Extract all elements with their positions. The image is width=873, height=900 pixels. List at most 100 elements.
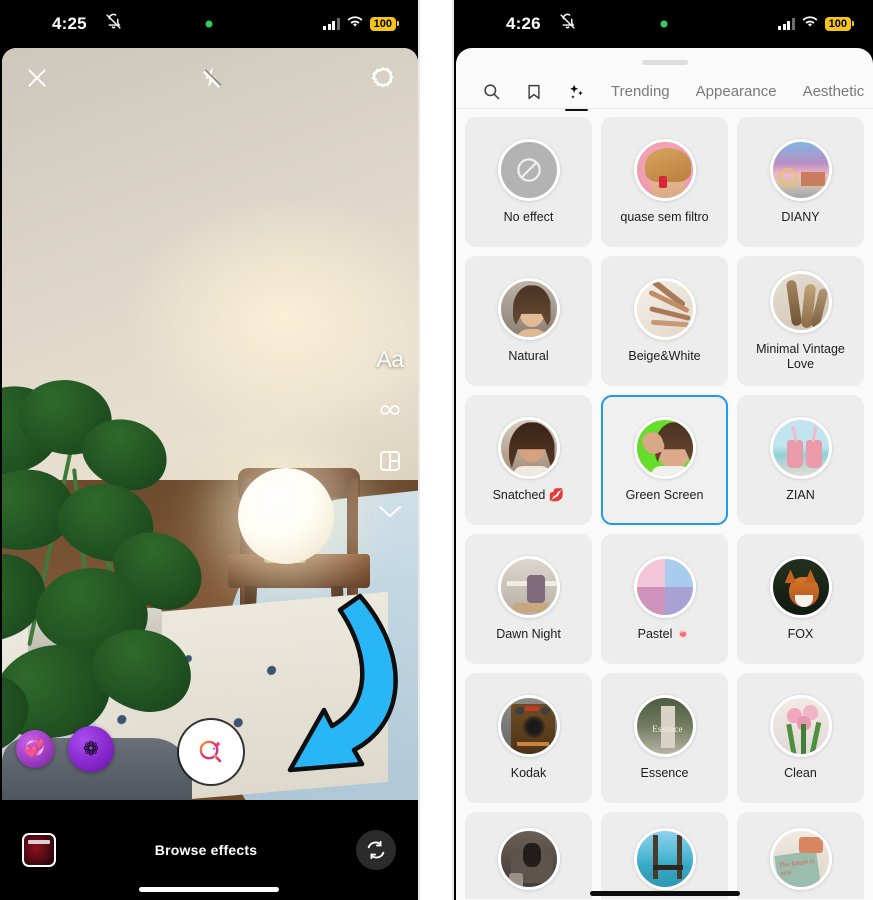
effect-card[interactable]: No effect: [465, 117, 592, 247]
battery-indicator: 100: [824, 17, 855, 31]
cellular-signal-icon: [778, 18, 795, 30]
green-screen-portrait-thumbnail: [633, 417, 696, 480]
tab-trending[interactable]: Trending: [598, 74, 683, 110]
tab-aesthetic[interactable]: Aesthetic: [790, 74, 873, 110]
effect-card[interactable]: Dawn Night: [465, 534, 592, 664]
effect-sparkle-flowers-thumbnail[interactable]: ❁: [68, 726, 114, 772]
status-time: 4:25: [52, 14, 87, 33]
green-dot-indicator: [660, 20, 667, 28]
green-dot-indicator: [205, 20, 213, 28]
camera-tool-rail: Aa: [376, 348, 404, 519]
tab-sparkles[interactable]: [555, 74, 598, 111]
loop-tool-icon[interactable]: [376, 401, 404, 419]
tab-appearance[interactable]: Appearance: [683, 74, 790, 110]
effect-label: Natural: [508, 349, 549, 364]
pink-tulips-thumbnail: [769, 695, 832, 758]
close-icon[interactable]: [24, 65, 50, 91]
tab-saved[interactable]: [513, 74, 555, 110]
gallery-thumbnail[interactable]: [22, 833, 56, 867]
effect-label: ZIAN: [786, 488, 815, 503]
effect-label: Minimal Vintage Love: [756, 342, 845, 371]
effect-label: DIANY: [781, 210, 820, 225]
effect-card[interactable]: Essence Essence: [601, 673, 728, 803]
right-phone-frame: 4:26 100 Trending Appearance Aesthetic N…: [452, 0, 873, 900]
portrait-natural-thumbnail: [497, 278, 560, 341]
left-status-bar: 4:25 100: [0, 0, 418, 48]
effect-card[interactable]: The future is now: [737, 812, 864, 899]
layout-tool-icon[interactable]: [378, 449, 402, 473]
effect-label: Clean: [784, 766, 817, 781]
browse-effects-label: Browse effects: [154, 842, 258, 858]
beach-swing-thumbnail: [633, 828, 696, 890]
essence-statue-thumbnail: Essence: [633, 695, 696, 758]
future-is-now-thumbnail: The future is now: [769, 828, 832, 890]
dried-pampas-thumbnail: [769, 271, 832, 334]
bell-slash-icon: [559, 13, 576, 35]
sparkles-icon: [570, 84, 583, 99]
status-right-cluster: 100: [778, 15, 855, 33]
no-effect-icon: [497, 139, 560, 202]
flip-camera-button[interactable]: [356, 830, 396, 870]
home-indicator: [589, 891, 740, 896]
woman-couch-thumbnail: [497, 828, 560, 890]
effect-label: No effect: [503, 210, 554, 225]
camera-bottom-bar: Browse effects: [0, 800, 418, 900]
gear-icon[interactable]: [370, 65, 396, 91]
bell-slash-icon: [105, 13, 122, 35]
browse-effects-button[interactable]: [179, 720, 243, 784]
effects-tab-bar: Trending Appearance Aesthetic Ga: [456, 65, 873, 111]
effect-card[interactable]: Kodak: [465, 673, 592, 803]
effects-search-icon: [199, 740, 222, 763]
home-indicator: [139, 887, 279, 892]
dried-palm-thumbnail: [633, 278, 696, 341]
effect-card[interactable]: Clean: [737, 673, 864, 803]
effect-card[interactable]: quase sem filtro: [601, 117, 728, 247]
effect-card-selected[interactable]: Green Screen: [601, 395, 728, 525]
dual-phone-screenshot: 4:25 100 Aa 💞 ❁ Browse effects 4:26 100 …: [0, 0, 873, 900]
camera-scene: [2, 48, 418, 800]
effect-card[interactable]: FOX: [737, 534, 864, 664]
effect-hearts-thumbnail[interactable]: 💞: [16, 730, 54, 768]
saved-bookmark-icon: [528, 84, 540, 99]
effect-label: Kodak: [510, 766, 547, 781]
effect-card[interactable]: Beige&White: [601, 256, 728, 386]
effect-card[interactable]: DIANY: [737, 117, 864, 247]
effect-card[interactable]: ZIAN: [737, 395, 864, 525]
tab-search[interactable]: [470, 74, 513, 110]
vintage-camera-thumbnail: [497, 695, 560, 758]
effect-label: Dawn Night: [496, 627, 561, 642]
wifi-icon: [802, 15, 818, 33]
chevron-down-icon[interactable]: [377, 503, 403, 519]
text-tool-icon[interactable]: Aa: [376, 348, 404, 371]
effect-label: Pastel 🍬: [637, 627, 692, 642]
pastel-color-wheel-thumbnail: [633, 556, 696, 619]
effect-card[interactable]: Natural: [465, 256, 592, 386]
quick-effects-row: 💞 ❁: [16, 726, 114, 772]
right-status-bar: 4:26 100: [454, 0, 873, 48]
battery-indicator: 100: [369, 17, 400, 31]
portrait-glam-thumbnail: [497, 417, 560, 480]
effect-card[interactable]: [465, 812, 592, 899]
left-phone-frame: 4:25 100 Aa 💞 ❁ Browse effects: [0, 0, 420, 900]
status-time: 4:26: [506, 14, 541, 33]
effect-card[interactable]: Pastel 🍬: [601, 534, 728, 664]
effect-card[interactable]: Minimal Vintage Love: [737, 256, 864, 386]
effect-label: FOX: [787, 627, 814, 642]
effect-label: Essence: [640, 766, 689, 781]
cellular-signal-icon: [323, 18, 340, 30]
portrait-pink-bg-thumbnail: [633, 139, 696, 202]
effect-card[interactable]: [601, 812, 728, 899]
camera-viewfinder[interactable]: Aa 💞 ❁: [2, 48, 418, 800]
search-icon: [484, 84, 500, 100]
camera-top-controls: [2, 48, 418, 108]
fox-animal-thumbnail: [769, 556, 832, 619]
effect-label: quase sem filtro: [620, 210, 709, 225]
effect-label: Snatched 💋: [492, 488, 565, 503]
effect-card[interactable]: Snatched 💋: [465, 395, 592, 525]
effect-label: Green Screen: [625, 488, 704, 503]
effect-label: Beige&White: [628, 349, 701, 364]
flash-off-icon[interactable]: [198, 66, 223, 91]
wifi-icon: [347, 15, 363, 33]
effects-grid: No effect quase sem filtro DIANY Natural…: [456, 109, 873, 899]
status-right-cluster: 100: [323, 15, 400, 33]
